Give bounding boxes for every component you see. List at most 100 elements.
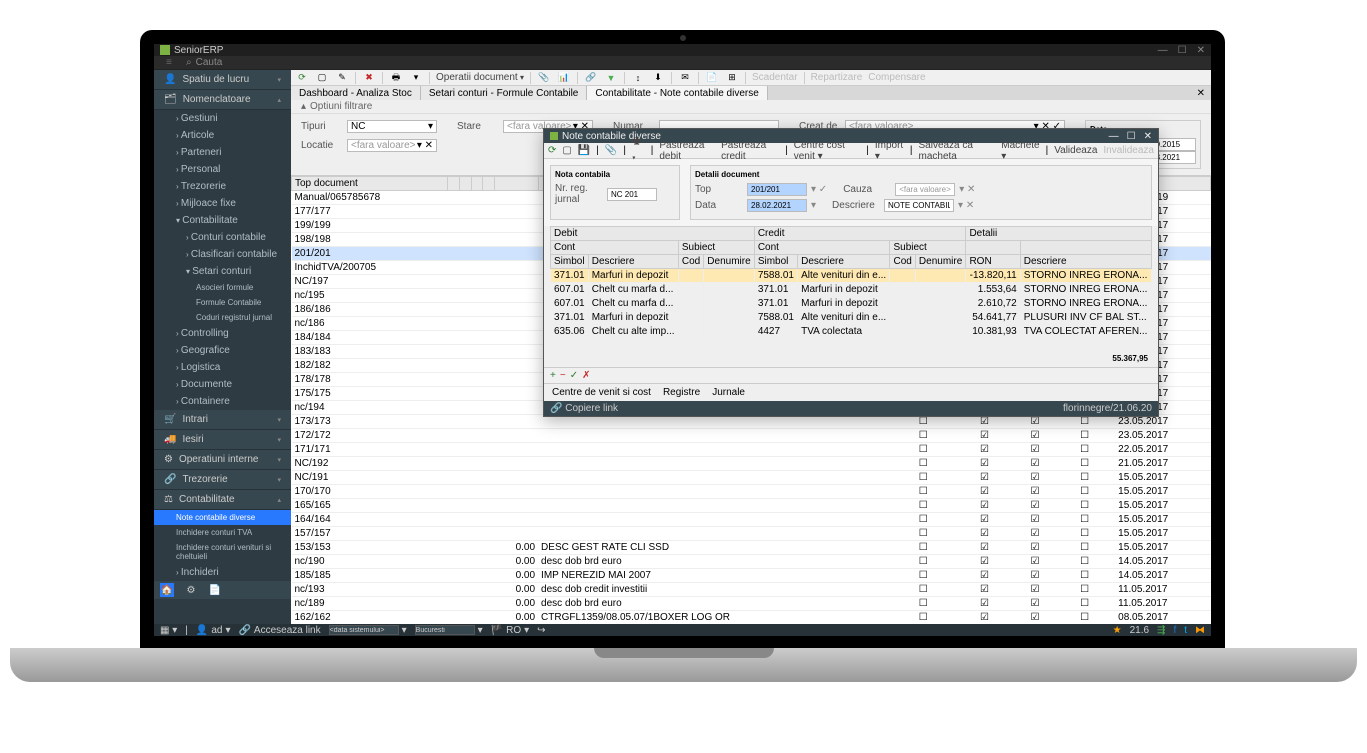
grid-icon[interactable]: ⊞ xyxy=(725,71,739,85)
sidebar-item-inchidere-tva[interactable]: Inchidere conturi TVA xyxy=(154,525,291,540)
search-placeholder[interactable]: Cauta xyxy=(196,57,223,68)
sidebar-item-inchidere-venituri[interactable]: Inchidere conturi venituri si cheltuieli xyxy=(154,540,291,564)
table-row[interactable]: 164/164☐☑☑☐15.05.2017 xyxy=(292,513,1211,527)
doc-icon[interactable]: 📄 xyxy=(705,71,719,85)
status-lang[interactable]: 🏴 RO ▾ xyxy=(491,625,529,636)
sidebar-item-controlling[interactable]: › Controlling xyxy=(154,325,291,342)
filter-header[interactable]: ▴ Optiuni filtrare xyxy=(291,100,1211,114)
repartizare-btn[interactable]: Repartizare xyxy=(811,72,863,83)
check-row-icon[interactable]: ✓ xyxy=(570,370,578,381)
settings-icon[interactable]: ⚙ xyxy=(184,583,198,597)
status-tw-icon[interactable]: t xyxy=(1184,625,1187,636)
sidebar-item-coduri[interactable]: Coduri registrul jurnal xyxy=(154,310,291,325)
attach-icon[interactable]: 📎 xyxy=(537,71,551,85)
table-row[interactable]: nc/1930.00desc dob credit investitii☐☑☑☐… xyxy=(292,583,1211,597)
maximize-icon[interactable]: ☐ xyxy=(1178,45,1187,56)
table-row[interactable]: 171/171☐☑☑☐22.05.2017 xyxy=(292,443,1211,457)
table-row[interactable]: nc/1900.00desc dob brd euro☐☑☑☐14.05.201… xyxy=(292,555,1211,569)
sidebar-item-logistica[interactable]: › Logistica xyxy=(154,359,291,376)
status-loc-input[interactable] xyxy=(415,625,475,635)
table-row[interactable]: 185/1850.00IMP NEREZID MAI 2007☐☑☑☐14.05… xyxy=(292,569,1211,583)
sidebar-section-spatiu[interactable]: 👤 Spatiu de lucru ▾ xyxy=(154,70,291,90)
scadentar-btn[interactable]: Scadentar xyxy=(752,72,798,83)
sidebar-item-clasificari[interactable]: › Clasificari contabile xyxy=(154,246,291,263)
status-exit-icon[interactable]: ↪ xyxy=(537,625,545,636)
footer-tab-registre[interactable]: Registre xyxy=(663,387,700,398)
operatii-dropdown[interactable]: Operatii document ▾ xyxy=(436,72,524,83)
close-icon[interactable]: ✕ xyxy=(1197,45,1205,56)
add-row-icon[interactable]: + xyxy=(550,370,556,381)
modal-maximize-icon[interactable]: ☐ xyxy=(1127,131,1136,142)
delete-icon[interactable]: ✖ xyxy=(362,71,376,85)
sort-up-icon[interactable]: ↕ xyxy=(631,71,645,85)
mail-icon[interactable]: ✉ xyxy=(678,71,692,85)
nr-reg-input[interactable] xyxy=(607,188,657,201)
status-rss-icon[interactable]: ⧓ xyxy=(1195,625,1205,636)
copiere-link-btn[interactable]: 🔗 Copiere link xyxy=(550,403,618,414)
status-menu-icon[interactable]: ▦ ▾ xyxy=(160,625,177,636)
modal-grid[interactable]: DebitCreditDetaliiContSubiectContSubiect… xyxy=(550,226,1152,350)
footer-tab-centre[interactable]: Centre de venit si cost xyxy=(552,387,651,398)
chart-icon[interactable]: 📊 xyxy=(557,71,571,85)
sidebar-item-containere[interactable]: › Containere xyxy=(154,393,291,410)
table-row[interactable]: 162/1620.00CTRGFL1359/08.05.07/1BOXER LO… xyxy=(292,611,1211,625)
tab-setari[interactable]: Setari conturi - Formule Contabile xyxy=(421,86,588,100)
tab-contabilitate[interactable]: Contabilitate - Note contabile diverse xyxy=(587,86,767,100)
sidebar-item-setari[interactable]: ▾ Setari conturi xyxy=(154,263,291,280)
home-icon[interactable]: 🏠 xyxy=(160,583,174,597)
sidebar-item-asocieri[interactable]: Asocieri formule xyxy=(154,280,291,295)
top-input[interactable] xyxy=(747,183,807,196)
filter-icon[interactable]: ▼ xyxy=(604,71,618,85)
invalideaza-btn[interactable]: Invalideaza xyxy=(1103,145,1154,156)
table-row[interactable]: NC/191☐☑☑☐15.05.2017 xyxy=(292,471,1211,485)
print-icon[interactable]: 🖶 xyxy=(389,71,403,85)
new-icon[interactable]: ▢ xyxy=(315,71,329,85)
data-input[interactable] xyxy=(747,199,807,212)
remove-row-icon[interactable]: − xyxy=(560,370,566,381)
pastreaza-credit-btn[interactable]: Pastreaza credit xyxy=(721,140,779,162)
sidebar-item-personal[interactable]: › Personal xyxy=(154,161,291,178)
export-icon[interactable]: ⬇ xyxy=(651,71,665,85)
print-dropdown-icon[interactable]: ▾ xyxy=(409,71,423,85)
sidebar-section-operatiuni[interactable]: ⚙ Operatiuni interne ▾ xyxy=(154,450,291,470)
report-icon[interactable]: 📄 xyxy=(208,583,222,597)
table-row[interactable]: 153/1530.00DESC GEST RATE CLI SSD☐☑☑☐15.… xyxy=(292,541,1211,555)
table-row[interactable]: 165/165☐☑☑☐15.05.2017 xyxy=(292,499,1211,513)
sidebar-section-intrari[interactable]: 🛒 Intrari ▾ xyxy=(154,410,291,430)
status-link[interactable]: 🔗 Acceseaza link xyxy=(238,625,320,636)
locatie-dropdown[interactable]: <fara valoare>▾ ✕ xyxy=(347,139,437,152)
status-data-input[interactable] xyxy=(329,625,399,635)
footer-tab-jurnale[interactable]: Jurnale xyxy=(712,387,745,398)
valideaza-btn[interactable]: Valideaza xyxy=(1054,145,1097,156)
search-icon[interactable]: ⌕ xyxy=(186,57,192,68)
sidebar-item-trezorerie[interactable]: › Trezorerie xyxy=(154,178,291,195)
sidebar-item-note-contabile[interactable]: Note contabile diverse xyxy=(154,510,291,525)
sidebar-item-geografice[interactable]: › Geografice xyxy=(154,342,291,359)
modal-attach-icon[interactable]: 📎 xyxy=(605,145,617,156)
salveaza-btn[interactable]: Salveaza ca macheta xyxy=(918,140,995,162)
modal-row[interactable]: 635.06Chelt cu alte imp...4427TVA colect… xyxy=(551,325,1152,339)
modal-print-icon[interactable]: 🖶 ▾ xyxy=(632,134,645,168)
status-star-icon[interactable]: ★ xyxy=(1113,625,1122,636)
sidebar-item-contabilitate[interactable]: ▾ Contabilitate xyxy=(154,212,291,229)
modal-row-empty[interactable] xyxy=(551,339,1152,350)
modal-row[interactable]: 607.01Chelt cu marfa d...371.01Marfuri i… xyxy=(551,283,1152,297)
sidebar-item-inchideri[interactable]: › Inchideri xyxy=(154,564,291,581)
tipuri-dropdown[interactable]: NC▾ xyxy=(347,120,437,133)
sidebar-item-parteneri[interactable]: › Parteneri xyxy=(154,144,291,161)
cancel-row-icon[interactable]: ✗ xyxy=(582,370,590,381)
table-row[interactable]: 172/172☐☑☑☐23.05.2017 xyxy=(292,429,1211,443)
compensare-btn[interactable]: Compensare xyxy=(868,72,925,83)
modal-close-icon[interactable]: ✕ xyxy=(1144,131,1152,142)
sidebar-item-gestiuni[interactable]: › Gestiuni xyxy=(154,110,291,127)
sidebar-item-documente[interactable]: › Documente xyxy=(154,376,291,393)
sidebar-item-articole[interactable]: › Articole xyxy=(154,127,291,144)
table-row[interactable]: NC/192☐☑☑☐21.05.2017 xyxy=(292,457,1211,471)
table-row[interactable]: 157/157☐☑☑☐15.05.2017 xyxy=(292,527,1211,541)
table-row[interactable]: nc/1890.00desc dob brd euro☐☑☑☐11.05.201… xyxy=(292,597,1211,611)
link-icon[interactable]: 🔗 xyxy=(584,71,598,85)
import-btn[interactable]: Import ▾ xyxy=(875,140,904,162)
centre-cost-btn[interactable]: Centre cost venit ▾ xyxy=(794,140,861,162)
status-fb-icon[interactable]: f xyxy=(1173,625,1176,636)
modal-refresh-icon[interactable]: ⟳ xyxy=(548,145,556,156)
